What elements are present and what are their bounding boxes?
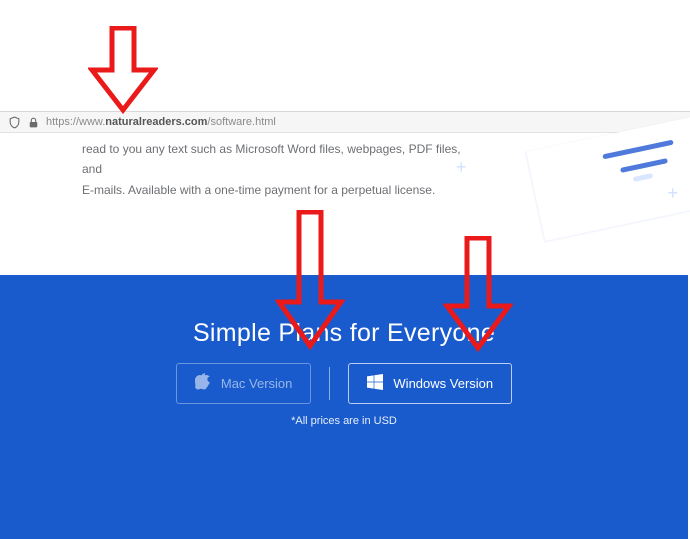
url-path: /software.html [207, 116, 275, 128]
version-button-row: Mac Version Windows Version [0, 363, 688, 404]
browser-address-bar[interactable]: https://www.naturalreaders.com/software.… [0, 111, 690, 133]
intro-paragraph: read to you any text such as Microsoft W… [82, 139, 482, 200]
price-note: *All prices are in USD [0, 415, 688, 427]
button-divider [329, 367, 330, 400]
decorative-card [525, 116, 690, 242]
annotation-arrow-1 [88, 26, 158, 114]
plus-icon: + [456, 157, 467, 178]
shield-icon [8, 116, 21, 129]
plus-icon: + [667, 183, 678, 204]
plans-title: Simple Plans for Everyone [0, 319, 688, 348]
plans-section: Simple Plans for Everyone Mac Version Wi… [0, 275, 688, 539]
windows-version-button[interactable]: Windows Version [348, 363, 512, 404]
intro-line-2: E-mails. Available with a one-time payme… [82, 183, 435, 197]
url-prefix: https://www. [46, 116, 105, 128]
lock-icon [27, 116, 40, 129]
intro-line-1: read to you any text such as Microsoft W… [82, 142, 461, 176]
url-text[interactable]: https://www.naturalreaders.com/software.… [46, 116, 276, 128]
mac-version-button[interactable]: Mac Version [176, 363, 312, 404]
url-host: naturalreaders.com [105, 116, 207, 128]
mac-version-label: Mac Version [221, 376, 293, 391]
windows-icon [367, 374, 383, 393]
windows-version-label: Windows Version [393, 376, 493, 391]
page-content: read to you any text such as Microsoft W… [0, 133, 688, 539]
apple-icon [195, 373, 211, 394]
